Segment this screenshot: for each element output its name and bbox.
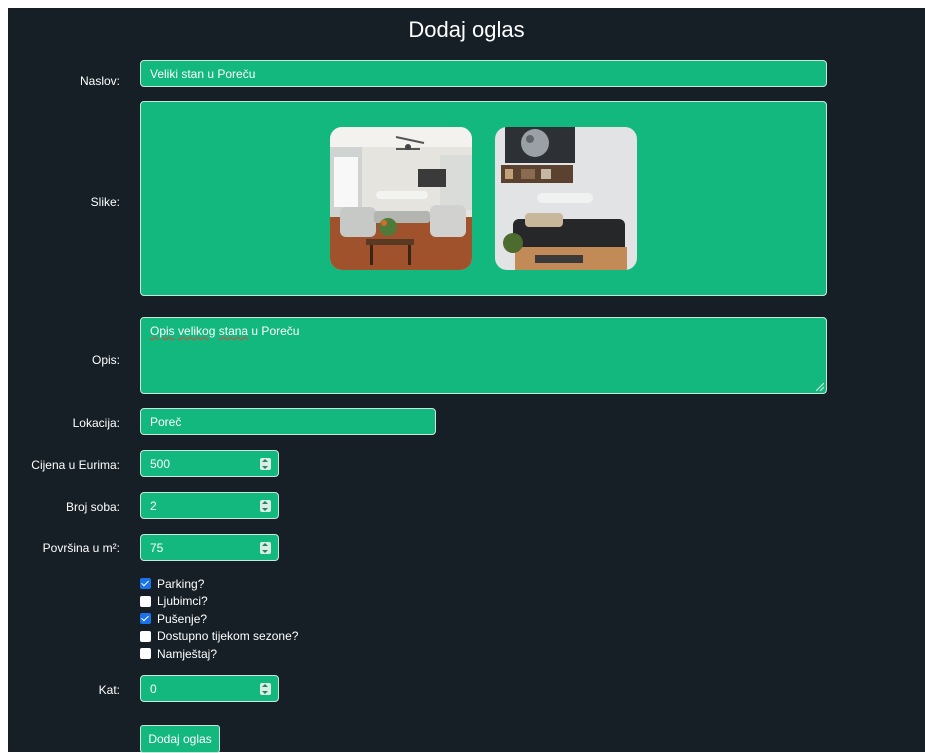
spinner-icon[interactable] bbox=[260, 458, 271, 470]
povrsina-label: Površina u m²: bbox=[42, 541, 120, 555]
checkbox-checked-icon[interactable] bbox=[140, 578, 151, 590]
broj-soba-label: Broj soba: bbox=[65, 500, 120, 514]
lokacija-value: Poreč bbox=[150, 415, 182, 429]
checkbox-parking[interactable]: Parking? bbox=[140, 575, 298, 593]
resize-handle-icon[interactable] bbox=[815, 382, 824, 391]
opis-rest: u Poreču bbox=[248, 324, 300, 338]
image-thumbnail-living-room[interactable] bbox=[330, 127, 472, 270]
naslov-label: Naslov: bbox=[79, 74, 120, 88]
povrsina-value: 75 bbox=[150, 541, 164, 555]
cijena-input[interactable]: 500 bbox=[140, 450, 279, 477]
opis-word-1: Opis bbox=[150, 324, 175, 338]
spinner-icon[interactable] bbox=[260, 542, 271, 554]
cijena-label: Cijena u Eurima: bbox=[31, 458, 120, 472]
image-thumbnail-lounge[interactable] bbox=[495, 127, 637, 270]
checkbox-dostupno[interactable]: Dostupno tijekom sezone? bbox=[140, 628, 298, 646]
checkbox-checked-icon[interactable] bbox=[140, 613, 151, 625]
images-dropzone[interactable] bbox=[140, 101, 827, 296]
checkbox-ljubimci[interactable]: Ljubimci? bbox=[140, 593, 298, 611]
lokacija-label: Lokacija: bbox=[72, 416, 120, 430]
page-title: Dodaj oglas bbox=[408, 17, 525, 42]
checkbox-unchecked-icon[interactable] bbox=[140, 648, 151, 660]
checkbox-group: Parking? Ljubimci? Pušenje? Dostupno tij… bbox=[140, 575, 298, 663]
checkbox-namjestaj[interactable]: Namještaj? bbox=[140, 645, 298, 663]
slike-label: Slike: bbox=[90, 195, 120, 209]
naslov-value: Veliki stan u Poreču bbox=[150, 67, 256, 81]
checkbox-pusenje[interactable]: Pušenje? bbox=[140, 610, 298, 628]
spinner-icon[interactable] bbox=[260, 500, 271, 512]
povrsina-input[interactable]: 75 bbox=[140, 534, 279, 561]
opis-value: Opis velikog stana u Poreču bbox=[150, 324, 299, 338]
lokacija-input[interactable]: Poreč bbox=[140, 408, 436, 435]
opis-word-3: stana bbox=[218, 324, 249, 338]
broj-soba-value: 2 bbox=[150, 499, 157, 513]
checkbox-label: Pušenje? bbox=[157, 611, 208, 626]
opis-label: Opis: bbox=[91, 353, 120, 367]
checkbox-label: Ljubimci? bbox=[157, 594, 208, 609]
checkbox-unchecked-icon[interactable] bbox=[140, 630, 151, 642]
opis-textarea[interactable]: Opis velikog stana u Poreču bbox=[140, 317, 827, 394]
checkbox-unchecked-icon[interactable] bbox=[140, 595, 151, 607]
spinner-icon[interactable] bbox=[260, 683, 271, 695]
form-panel: Dodaj oglas Naslov: Veliki stan u Poreču… bbox=[8, 8, 925, 753]
kat-value: 0 bbox=[150, 682, 157, 696]
checkbox-label: Parking? bbox=[157, 576, 205, 591]
opis-word-2: velikog bbox=[178, 324, 216, 338]
kat-input[interactable]: 0 bbox=[140, 675, 279, 702]
cijena-value: 500 bbox=[150, 457, 171, 471]
broj-soba-input[interactable]: 2 bbox=[140, 492, 279, 519]
checkbox-label: Namještaj? bbox=[157, 646, 218, 661]
kat-label: Kat: bbox=[98, 683, 120, 697]
checkbox-label: Dostupno tijekom sezone? bbox=[157, 629, 299, 644]
dodaj-oglas-button[interactable]: Dodaj oglas bbox=[140, 725, 220, 753]
naslov-input[interactable]: Veliki stan u Poreču bbox=[140, 60, 827, 87]
